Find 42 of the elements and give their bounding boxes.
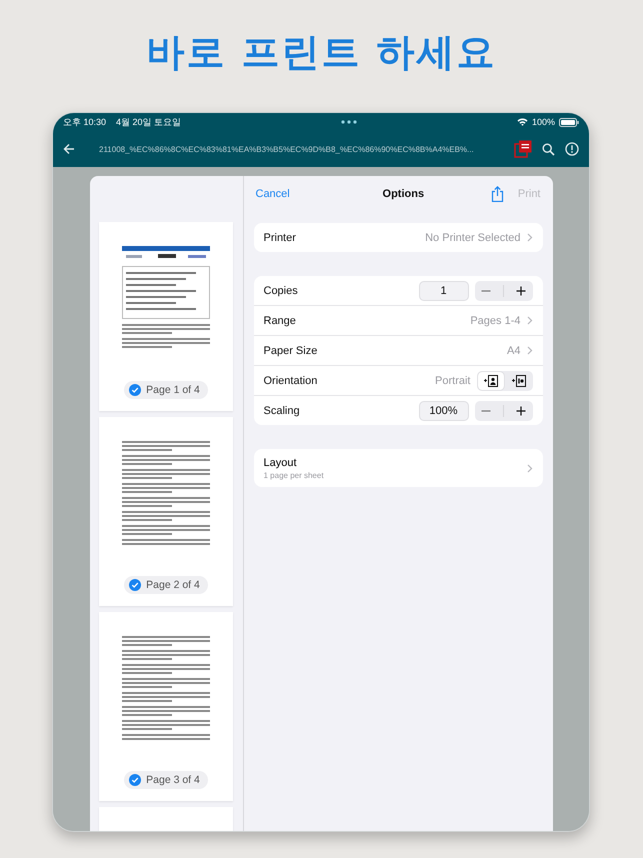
page-label[interactable]: Page 3 of 4 [124, 771, 208, 789]
input-field[interactable]: 1 [418, 280, 468, 300]
layout-detail: 1 page per sheet [264, 470, 325, 480]
setting-label: Orientation [264, 374, 318, 386]
setting-label: Copies [264, 284, 299, 296]
battery-percent: 100% [532, 117, 555, 127]
battery-icon [559, 118, 579, 126]
back-arrow-icon[interactable] [63, 143, 75, 155]
multitasking-dots-icon [341, 120, 358, 124]
page-thumbnail[interactable]: Page 2 of 4 [99, 417, 233, 606]
setting-label: Paper Size [264, 344, 318, 356]
page-label[interactable]: Page 1 of 4 [124, 381, 208, 399]
landscape-icon [512, 374, 526, 386]
document-title: 211008_%EC%86%8C%EC%83%81%EA%B3%B5%EC%9D%B8_%EC%86%90%EC%8B%A4%EB%... [98, 144, 475, 154]
stepper[interactable] [474, 280, 532, 300]
setting-label: Layout [264, 456, 298, 468]
wifi-icon [516, 118, 528, 126]
portrait-icon [484, 374, 498, 386]
pdf-icon[interactable] [514, 140, 532, 158]
orientation-option[interactable] [478, 372, 504, 390]
plus-icon [516, 286, 526, 296]
stepper[interactable] [474, 400, 532, 420]
share-icon[interactable] [490, 186, 504, 202]
search-icon[interactable] [542, 142, 555, 156]
input-field[interactable]: 100% [418, 400, 468, 420]
setting-value: Pages 1-4 [470, 314, 520, 326]
setting-label: Scaling [264, 404, 301, 416]
setting-value: No Printer Selected [425, 232, 520, 244]
setting-label: Range [264, 314, 297, 326]
setting-value: A4 [507, 344, 520, 356]
setting-value: Portrait [435, 374, 470, 386]
page-label[interactable]: Page 2 of 4 [124, 576, 208, 594]
page-thumbnail[interactable]: Page 3 of 4 [99, 612, 233, 801]
setting-label: Printer [264, 232, 297, 244]
page-thumbnail[interactable]: Page 1 of 4 [99, 222, 233, 411]
headline: 바로 프린트 하세요 [146, 30, 497, 76]
plus-icon [516, 406, 526, 416]
status-time: 오후 10:30 [63, 116, 106, 128]
status-date: 4월 20일 토요일 [116, 116, 182, 128]
cancel-button[interactable]: Cancel [256, 188, 290, 200]
exclamation-circle-icon[interactable] [565, 142, 579, 156]
options-title: Options [382, 188, 426, 200]
